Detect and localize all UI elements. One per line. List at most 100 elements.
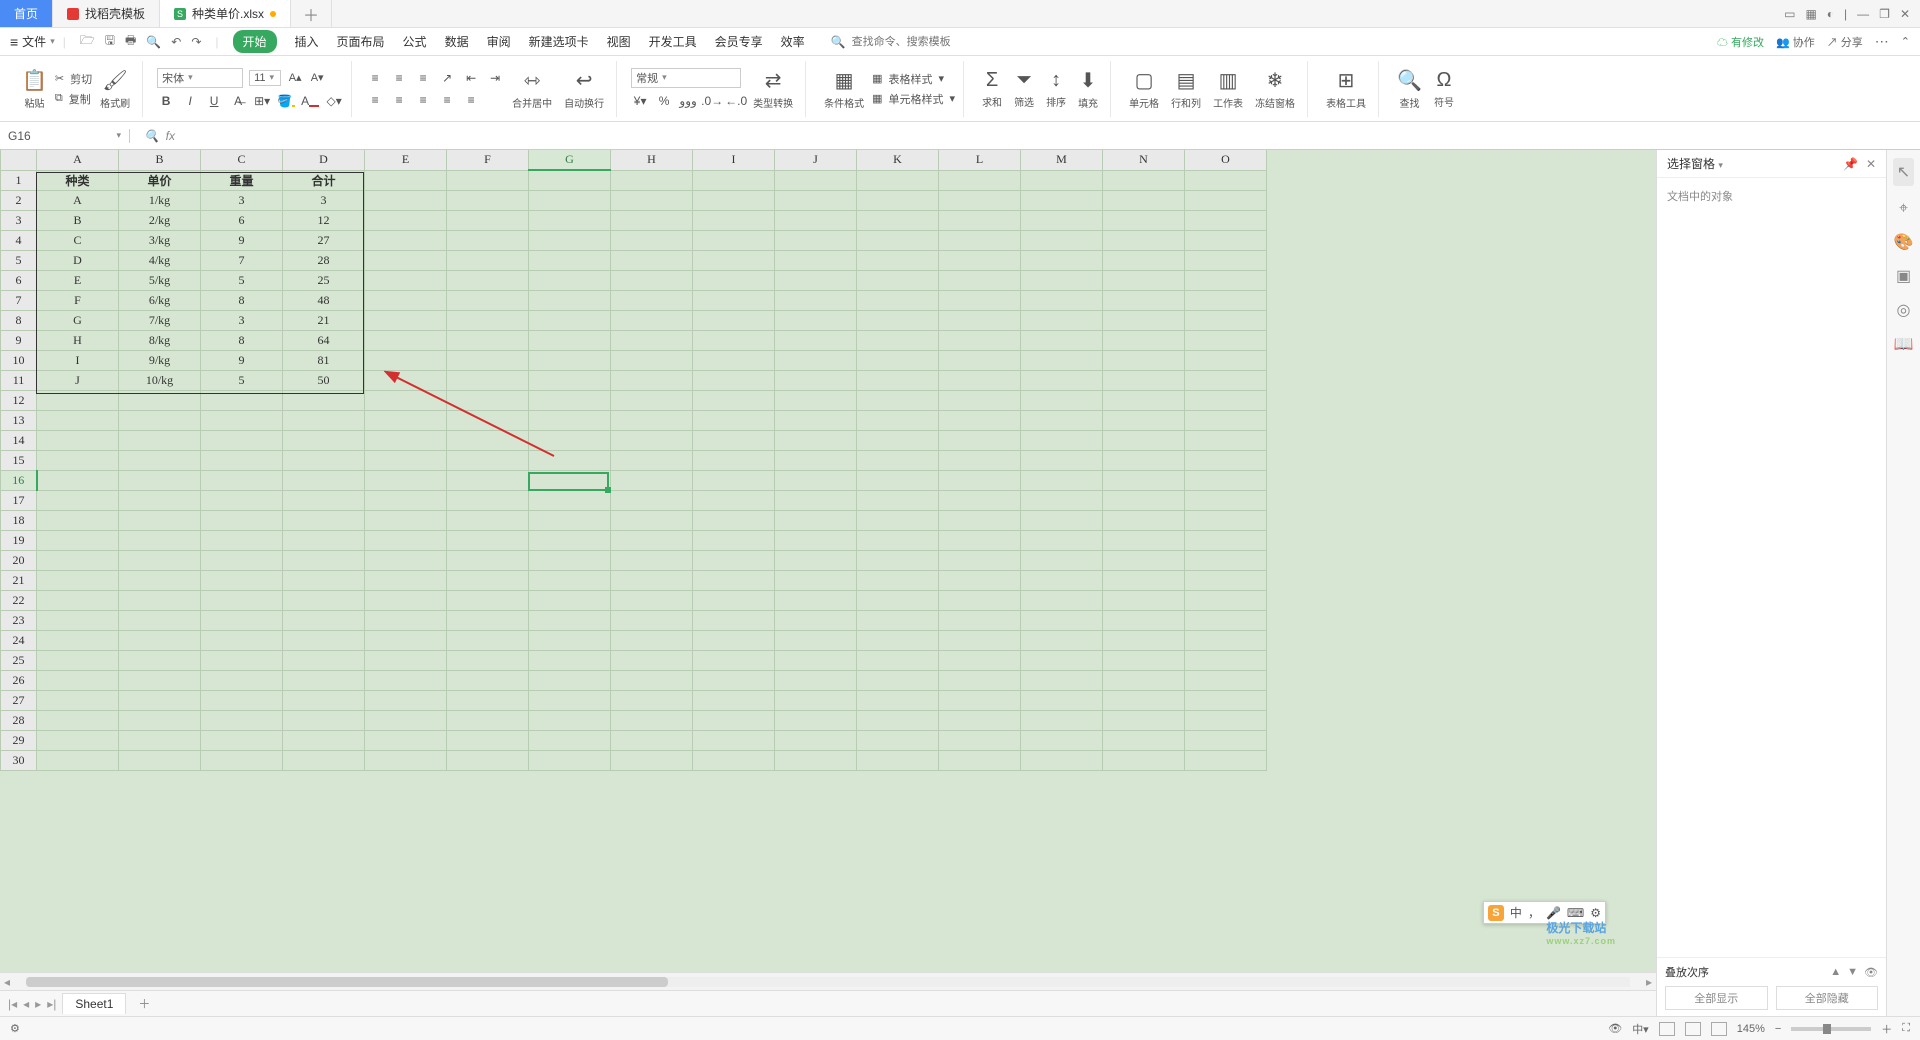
cell[interactable] [119,730,201,750]
cell[interactable] [529,250,611,270]
cell[interactable] [529,470,611,490]
cell[interactable] [775,490,857,510]
cell[interactable] [775,730,857,750]
pane-close-icon[interactable]: ✕ [1866,157,1876,171]
cell[interactable] [693,750,775,770]
cell[interactable] [857,490,939,510]
cell[interactable]: 3 [283,190,365,210]
row-header[interactable]: 2 [1,190,37,210]
cell[interactable] [611,670,693,690]
row-header[interactable]: 11 [1,370,37,390]
cell[interactable] [693,670,775,690]
cell[interactable]: 3/kg [119,230,201,250]
cell[interactable] [1103,690,1185,710]
cell[interactable] [857,730,939,750]
row-header[interactable]: 4 [1,230,37,250]
cell[interactable] [939,470,1021,490]
cell[interactable] [1021,710,1103,730]
row-header[interactable]: 21 [1,570,37,590]
font-color-button[interactable]: A [301,92,319,110]
cell[interactable] [1103,470,1185,490]
cell[interactable] [119,390,201,410]
cell[interactable] [365,270,447,290]
cell[interactable] [1021,410,1103,430]
cell[interactable] [201,650,283,670]
sheet-nav-first[interactable]: |◂ [8,997,17,1011]
cell[interactable] [693,730,775,750]
cell[interactable] [1103,530,1185,550]
cell[interactable] [611,570,693,590]
cell[interactable] [939,250,1021,270]
grid-apps-icon[interactable]: ▦ [1805,7,1816,21]
cell[interactable] [939,490,1021,510]
col-header[interactable]: D [283,150,365,170]
cell[interactable] [365,670,447,690]
layout-icon[interactable]: ▭ [1784,7,1795,21]
horizontal-scrollbar[interactable]: ◂ ▸ [0,972,1656,990]
cell[interactable]: 9 [201,230,283,250]
cell[interactable] [1185,550,1267,570]
cell[interactable] [447,190,529,210]
cell[interactable]: 64 [283,330,365,350]
cell[interactable] [119,750,201,770]
share-button[interactable]: ↗ 分享 [1827,34,1863,50]
cell[interactable] [611,510,693,530]
sheet-nav-last[interactable]: ▸| [47,997,56,1011]
dec-inc-icon[interactable]: .0→ [703,92,721,110]
ime-settings-icon[interactable]: ⚙ [1590,906,1601,920]
cell[interactable] [775,430,857,450]
cell[interactable] [1185,750,1267,770]
cell[interactable] [1185,170,1267,190]
cell[interactable] [775,450,857,470]
cell[interactable] [1021,650,1103,670]
cell[interactable] [611,430,693,450]
cell[interactable] [1021,490,1103,510]
cell[interactable] [1021,250,1103,270]
col-header[interactable]: I [693,150,775,170]
cell[interactable] [529,610,611,630]
cell[interactable] [1103,610,1185,630]
cell[interactable] [939,510,1021,530]
cell[interactable] [119,710,201,730]
cell[interactable] [1103,210,1185,230]
ribbon-tab-layout[interactable]: 页面布局 [337,33,385,50]
cell[interactable] [447,310,529,330]
cell[interactable] [1103,430,1185,450]
select-tool-icon[interactable]: ⌖ [1899,200,1908,218]
cell[interactable] [119,490,201,510]
bold-button[interactable]: B [157,92,175,110]
cell[interactable] [939,630,1021,650]
ribbon-tab-formula[interactable]: 公式 [403,33,427,50]
cell[interactable]: G [37,310,119,330]
cell[interactable]: 48 [283,290,365,310]
cell[interactable] [1185,730,1267,750]
row-header[interactable]: 15 [1,450,37,470]
row-header[interactable]: 8 [1,310,37,330]
cell[interactable] [365,530,447,550]
zoom-slider[interactable] [1791,1027,1871,1031]
redo-icon[interactable]: ↷ [191,35,201,49]
cell[interactable] [201,490,283,510]
clear-format-icon[interactable]: ◇▾ [325,92,343,110]
ribbon-tab-dev[interactable]: 开发工具 [649,33,697,50]
cell[interactable] [939,190,1021,210]
row-header[interactable]: 12 [1,390,37,410]
cell[interactable] [529,210,611,230]
cell[interactable] [447,750,529,770]
cell[interactable] [529,330,611,350]
read-mode-icon[interactable]: 中▾ [1632,1021,1649,1037]
cell[interactable]: H [37,330,119,350]
cell[interactable] [857,270,939,290]
cell[interactable] [119,570,201,590]
italic-button[interactable]: I [181,92,199,110]
cell[interactable] [857,550,939,570]
cell[interactable] [201,550,283,570]
cell[interactable] [529,730,611,750]
cell[interactable] [611,530,693,550]
cell[interactable] [201,430,283,450]
cell[interactable]: F [37,290,119,310]
col-header[interactable]: A [37,150,119,170]
cell[interactable] [1185,250,1267,270]
cell[interactable] [37,430,119,450]
filter-button[interactable]: ⏷筛选 [1010,69,1038,109]
